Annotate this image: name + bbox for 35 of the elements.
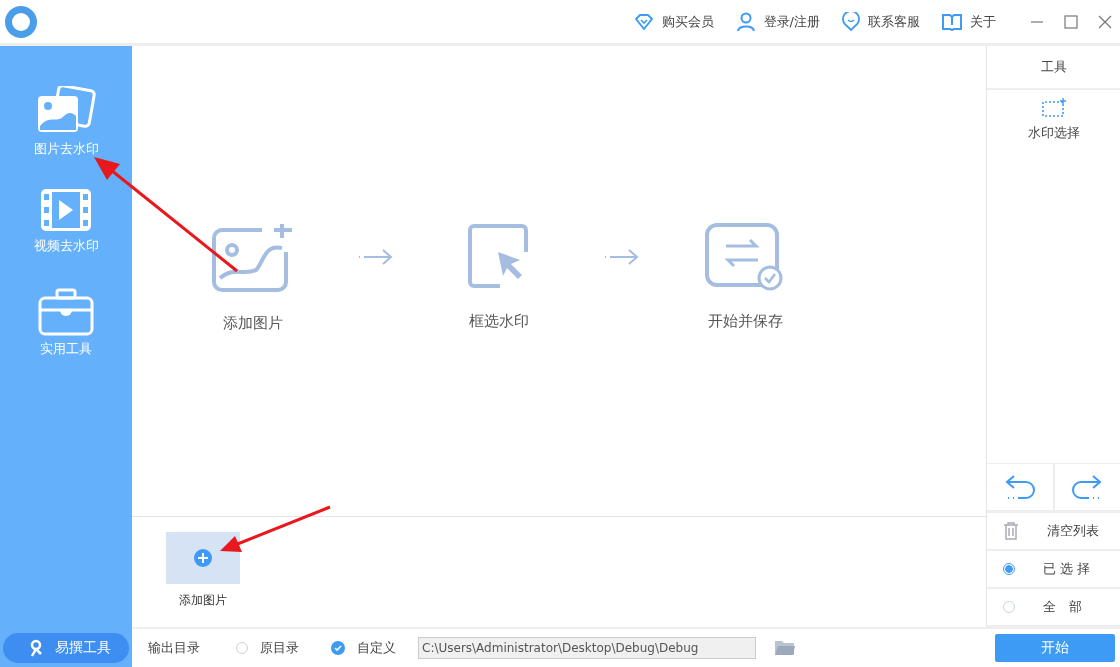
scope-radio[interactable]: 已 选 择	[987, 551, 1120, 589]
maximize-icon[interactable]	[1064, 14, 1078, 29]
app-logo-icon	[4, 4, 38, 39]
arrow-icon	[358, 247, 394, 267]
scope-radio[interactable]: 全 部	[987, 589, 1120, 627]
book-icon	[942, 12, 962, 31]
topbar-link[interactable]: 购买会员	[633, 12, 714, 31]
step-label: 添加图片	[223, 314, 283, 333]
panel-title: 工具	[987, 46, 1120, 90]
output-label: 输出目录	[148, 639, 200, 657]
output-option[interactable]: 原目录	[236, 639, 299, 657]
topbar-link[interactable]: 关于	[942, 12, 996, 31]
step-label: 开始并保存	[707, 312, 783, 331]
clear-list-button[interactable]: 清空列表	[987, 513, 1120, 551]
redo-icon	[1071, 474, 1104, 500]
topbar-link[interactable]: 联系客服	[842, 11, 920, 32]
chat-icon	[842, 11, 860, 32]
close-icon[interactable]	[1098, 14, 1112, 29]
add-image-tile[interactable]	[166, 532, 240, 584]
topbar-link[interactable]: 登录/注册	[735, 11, 820, 32]
arrow-icon	[604, 247, 640, 267]
step-label: 框选水印	[469, 312, 529, 331]
user-icon	[735, 11, 756, 32]
plus-icon	[193, 548, 213, 568]
film-play-icon	[39, 187, 93, 233]
dashed-select-icon	[1040, 98, 1067, 118]
briefcase-icon	[38, 288, 94, 336]
diamond-icon	[633, 12, 654, 31]
folder-icon[interactable]	[774, 639, 796, 657]
path-field[interactable]: C:\Users\Administrator\Desktop\Debug\Debug	[418, 637, 756, 659]
undo-icon	[1003, 474, 1036, 500]
tile-label: 添加图片	[179, 592, 227, 609]
tool-button[interactable]: 水印选择	[1027, 98, 1080, 142]
output-option[interactable]: 自定义	[331, 639, 396, 657]
trash-icon	[1003, 522, 1019, 540]
